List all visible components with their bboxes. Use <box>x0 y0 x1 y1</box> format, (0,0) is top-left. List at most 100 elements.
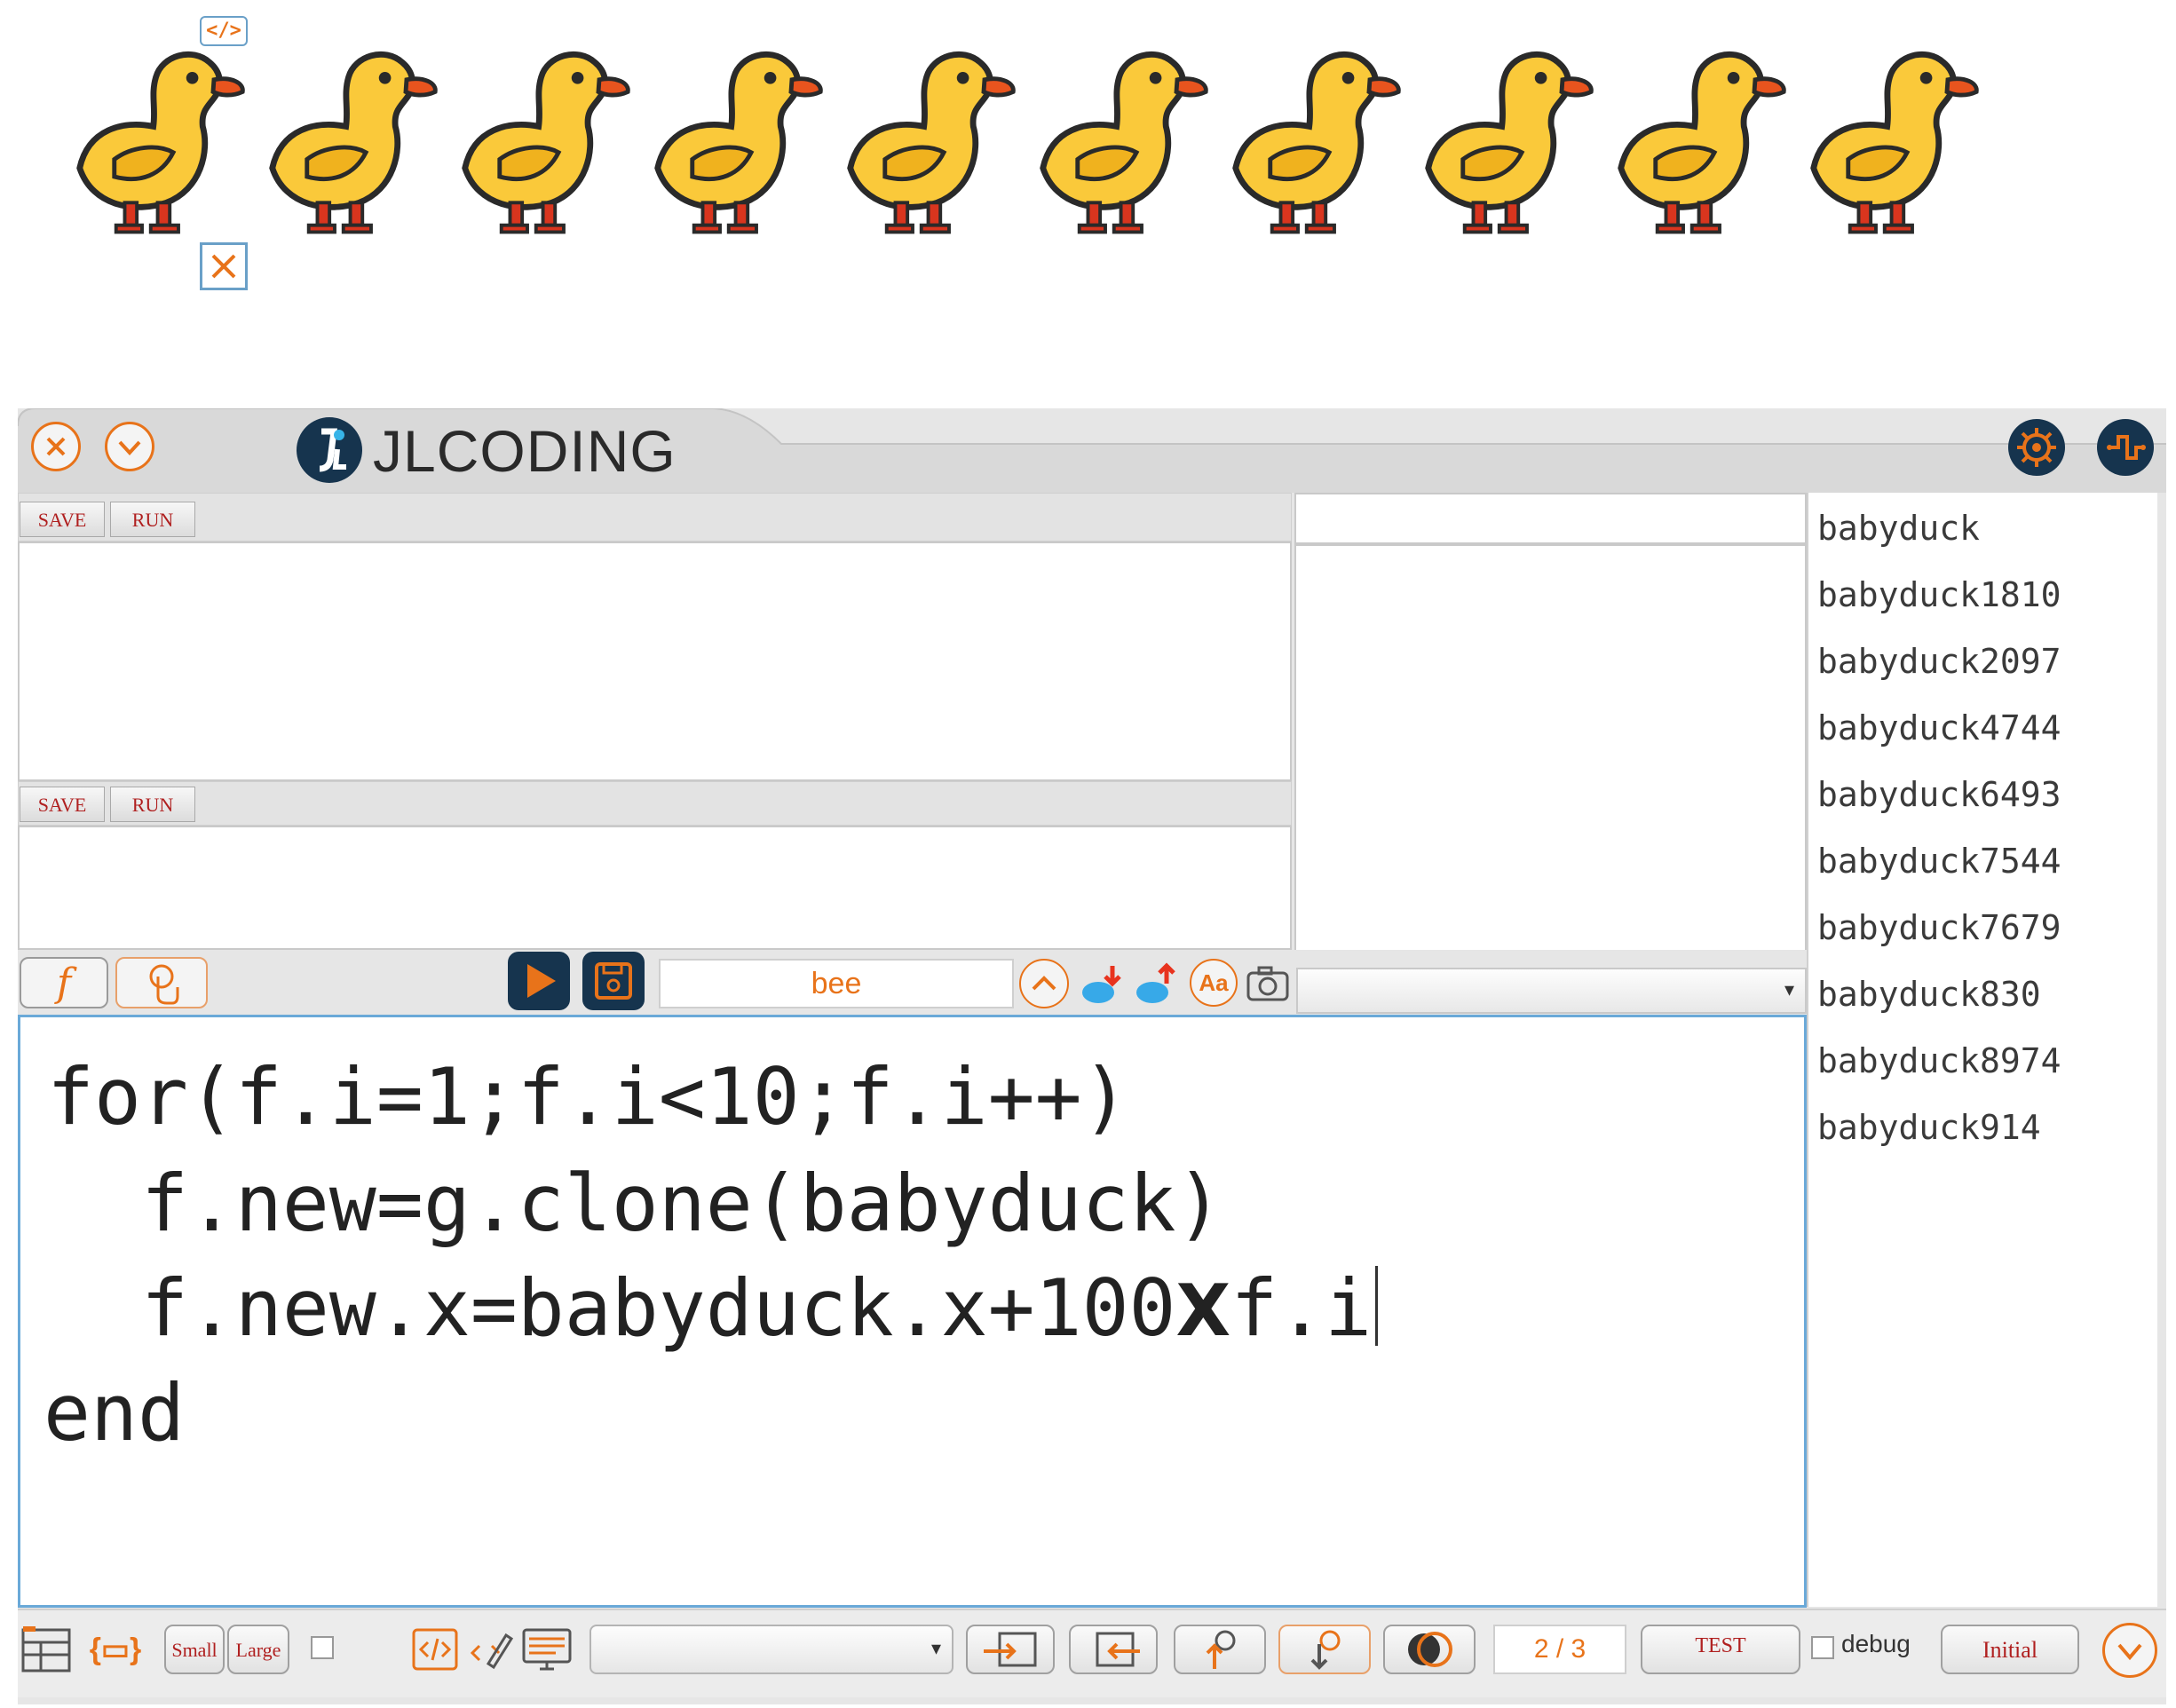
list-item[interactable]: babyduck4744 <box>1817 708 2061 747</box>
floppy-disk-icon <box>595 962 632 1000</box>
move-right-button[interactable] <box>966 1625 1055 1674</box>
babyduck-clone-sprite[interactable] <box>649 44 827 240</box>
arrow-right-icon <box>984 1632 1037 1667</box>
monitor-icon <box>522 1628 572 1671</box>
page-indicator: 2 / 3 <box>1493 1625 1626 1674</box>
code-icon <box>412 1628 458 1671</box>
chevron-down-icon <box>2117 1643 2142 1661</box>
test-button[interactable]: TEST <box>1641 1625 1800 1674</box>
code-view-button[interactable] <box>410 1623 460 1676</box>
debug-label: debug <box>1841 1630 1911 1657</box>
list-item[interactable]: babyduck7679 <box>1817 908 2061 947</box>
code-line-4: end <box>44 1367 185 1459</box>
initial-button[interactable]: Initial <box>1941 1625 2079 1674</box>
list-item[interactable]: babyduck7544 <box>1817 842 2061 881</box>
sprite-name-input[interactable]: bee <box>659 959 1014 1008</box>
jlcoding-logo-icon <box>297 417 362 483</box>
sprite-close-icon[interactable] <box>200 242 248 290</box>
function-icon: f <box>56 961 72 1006</box>
babyduck-clone-sprite[interactable] <box>1420 44 1597 240</box>
code-line-2: f.new=g.clone(babyduck) <box>47 1158 1223 1249</box>
dropdown-arrow-icon: ▾ <box>930 1637 941 1659</box>
code-line-1: for(f.i=1;f.i<10;f.i++) <box>47 1051 1129 1143</box>
code-edit-button[interactable] <box>465 1623 515 1676</box>
list-item[interactable]: babyduck830 <box>1817 975 2041 1014</box>
chevron-up-icon <box>1032 976 1056 991</box>
download-button[interactable] <box>1079 959 1128 1008</box>
eclipse-icon <box>1408 1632 1452 1667</box>
dropdown-arrow-icon: ▾ <box>1784 978 1794 1000</box>
list-item[interactable]: babyduck <box>1817 509 1980 548</box>
bracket-block-icon[interactable]: {▭} <box>82 1625 149 1674</box>
debug-checkbox[interactable] <box>1811 1636 1834 1659</box>
upload-icon <box>1136 962 1175 1003</box>
middle-save-button[interactable]: SAVE <box>20 787 105 822</box>
top-save-button[interactable]: SAVE <box>20 502 105 537</box>
stage-view-button[interactable] <box>520 1623 574 1676</box>
circuit-button[interactable] <box>2097 419 2154 476</box>
top-panel-strip <box>18 493 1292 542</box>
code-edit-icon <box>470 1633 514 1670</box>
app-title: JLCODING <box>373 418 677 484</box>
top-run-button[interactable]: RUN <box>110 502 195 537</box>
scroll-up-button[interactable] <box>1019 959 1069 1008</box>
multiply-operator: X <box>1175 1269 1231 1352</box>
large-font-button[interactable]: Large <box>227 1625 289 1674</box>
font-icon: Aa <box>1199 969 1229 996</box>
eclipse-button[interactable] <box>1383 1625 1476 1674</box>
middle-code-area[interactable] <box>18 826 1292 950</box>
command-dropdown[interactable]: ▾ <box>589 1625 953 1674</box>
babyduck-clone-sprite[interactable] <box>1612 44 1790 240</box>
play-icon <box>527 964 556 998</box>
move-down-button[interactable] <box>1278 1625 1371 1674</box>
babyduck-clone-sprite[interactable] <box>1227 44 1405 240</box>
small-font-button[interactable]: Small <box>164 1625 225 1674</box>
text-cursor <box>1375 1266 1379 1346</box>
arrow-left-icon <box>1096 1632 1140 1667</box>
settings-button[interactable] <box>2008 419 2065 476</box>
list-item[interactable]: babyduck8974 <box>1817 1041 2061 1080</box>
top-code-area[interactable] <box>18 542 1292 781</box>
stage-duck-row <box>71 44 2006 249</box>
middle-panel-strip <box>18 781 1292 826</box>
babyduck-clone-sprite[interactable] <box>842 44 1019 240</box>
screenshot-button[interactable] <box>1243 959 1293 1008</box>
gear-icon <box>2017 428 2056 467</box>
expand-button[interactable] <box>2102 1623 2157 1678</box>
font-button[interactable]: Aa <box>1190 959 1238 1007</box>
babyduck-sprite[interactable] <box>71 44 249 240</box>
sprite-dropdown[interactable]: ▾ <box>1296 968 1807 1014</box>
sprite-list: babyduck babyduck1810 babyduck2097 babyd… <box>1807 493 2157 1607</box>
arrow-down-icon <box>1310 1630 1341 1670</box>
arrow-up-icon <box>1206 1630 1236 1669</box>
list-item[interactable]: babyduck2097 <box>1817 642 2061 681</box>
close-circle-icon <box>46 437 66 456</box>
layout-grid-icon <box>21 1626 71 1672</box>
upload-button[interactable] <box>1133 959 1183 1008</box>
move-left-button[interactable] <box>1069 1625 1158 1674</box>
chevron-down-icon <box>118 440 141 455</box>
babyduck-clone-sprite[interactable] <box>264 44 441 240</box>
close-window-button[interactable] <box>31 422 81 471</box>
code-editor[interactable]: for(f.i=1;f.i<10;f.i++) f.new=g.clone(ba… <box>18 1015 1807 1608</box>
middle-run-button[interactable]: RUN <box>110 787 195 822</box>
layout-button[interactable] <box>20 1623 73 1676</box>
babyduck-clone-sprite[interactable] <box>1034 44 1212 240</box>
run-button[interactable] <box>508 952 570 1010</box>
list-item[interactable]: babyduck1810 <box>1817 575 2061 614</box>
property-panel <box>1294 544 1807 961</box>
save-button[interactable] <box>582 952 645 1010</box>
download-icon <box>1082 966 1121 1003</box>
touch-button[interactable] <box>115 957 208 1008</box>
collapse-window-button[interactable] <box>105 422 154 471</box>
hand-pointer-icon <box>149 964 179 1005</box>
babyduck-clone-sprite[interactable] <box>1805 44 1982 240</box>
property-input[interactable] <box>1294 493 1807 544</box>
list-item[interactable]: babyduck6493 <box>1817 775 2061 814</box>
option-checkbox[interactable] <box>311 1636 334 1659</box>
sprite-code-icon[interactable]: </> <box>200 16 248 46</box>
move-up-button[interactable] <box>1174 1625 1266 1674</box>
babyduck-clone-sprite[interactable] <box>456 44 634 240</box>
list-item[interactable]: babyduck914 <box>1817 1108 2041 1147</box>
function-button[interactable]: f <box>20 957 108 1008</box>
